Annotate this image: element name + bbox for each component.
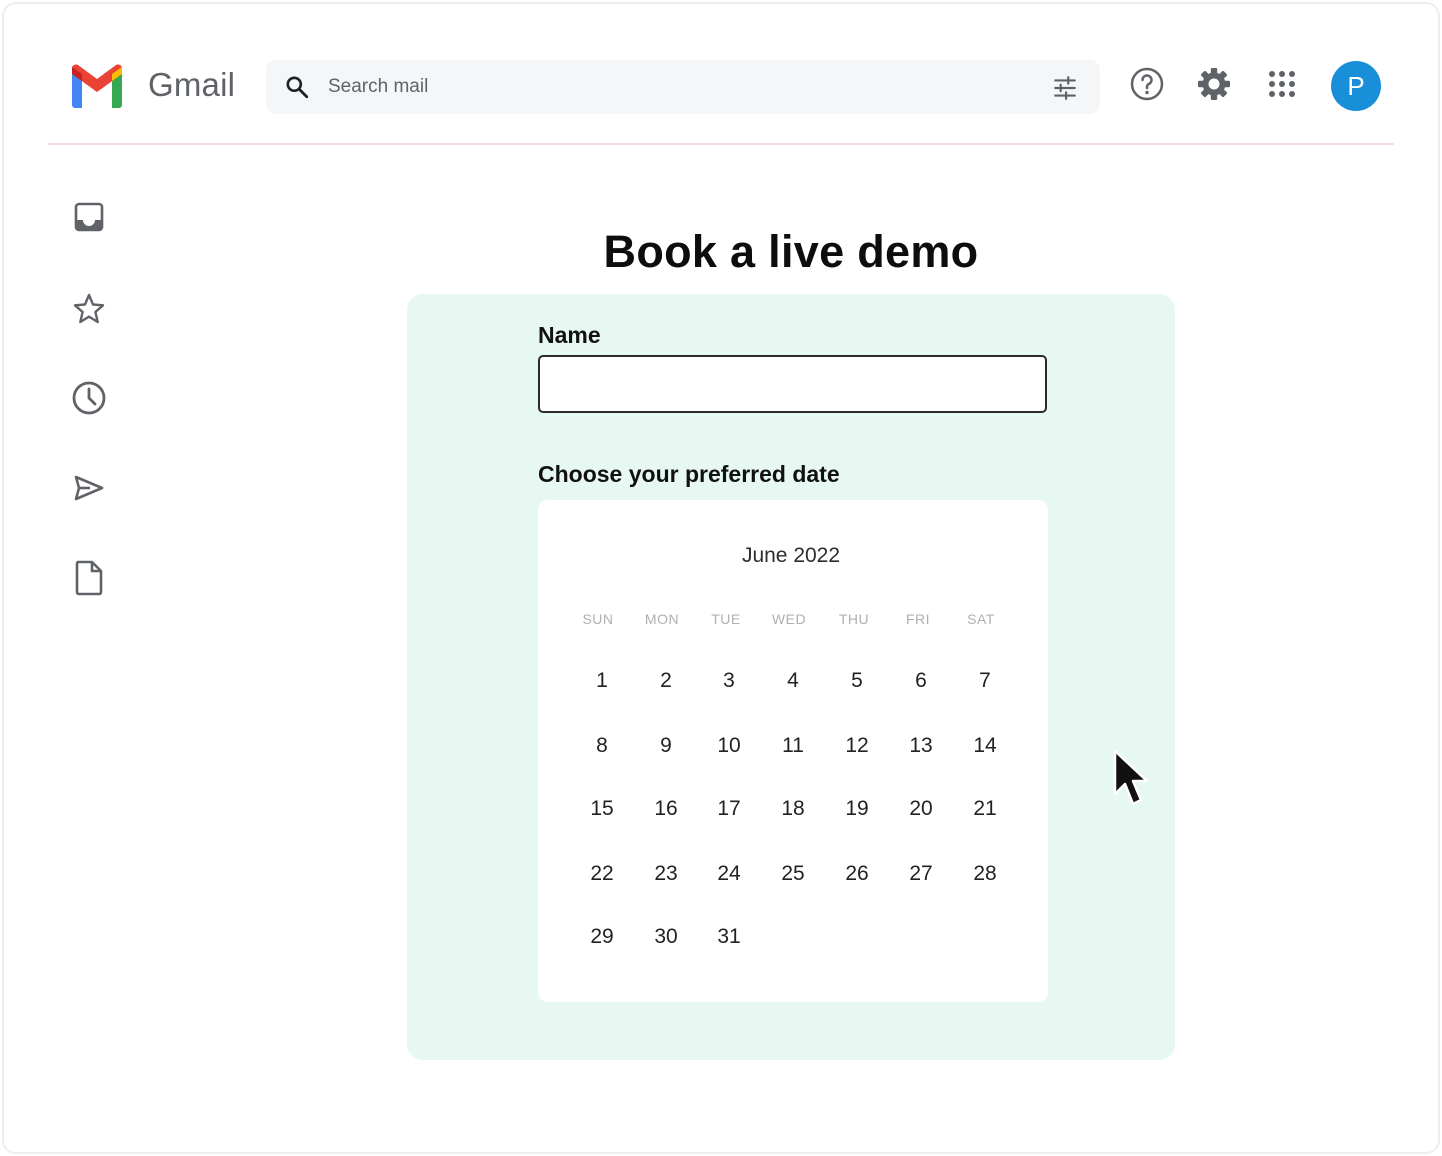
weekday-header: MON <box>644 611 680 627</box>
calendar-day[interactable]: 8 <box>570 734 634 758</box>
calendar-day[interactable]: 24 <box>697 862 761 886</box>
app-name: Gmail <box>148 66 236 103</box>
date-label: Choose your preferred date <box>538 461 840 487</box>
calendar-day[interactable]: 19 <box>825 797 889 821</box>
calendar-day[interactable]: 13 <box>889 734 953 758</box>
weekday-header: FRI <box>905 611 931 627</box>
calendar-day[interactable]: 16 <box>634 797 698 821</box>
send-icon[interactable] <box>68 467 110 509</box>
calendar-day[interactable]: 18 <box>761 797 825 821</box>
calendar-day[interactable]: 11 <box>761 734 825 758</box>
help-icon[interactable] <box>1127 64 1167 104</box>
name-label: Name <box>538 322 601 348</box>
mouse-pointer-icon <box>1113 749 1149 806</box>
calendar-day[interactable]: 7 <box>953 669 1017 693</box>
search-input[interactable] <box>328 60 1028 114</box>
name-input[interactable] <box>538 355 1047 413</box>
calendar-day[interactable]: 9 <box>634 734 698 758</box>
calendar-day[interactable]: 20 <box>889 797 953 821</box>
calendar-day[interactable]: 6 <box>889 669 953 693</box>
star-icon[interactable] <box>68 288 110 330</box>
page-title: Book a live demo <box>603 226 979 277</box>
calendar-day[interactable]: 26 <box>825 862 889 886</box>
calendar-day[interactable]: 21 <box>953 797 1017 821</box>
search-bar[interactable] <box>266 60 1100 114</box>
calendar-day[interactable]: 4 <box>761 669 825 693</box>
search-options-icon[interactable] <box>1052 75 1078 101</box>
weekday-header: THU <box>838 611 870 627</box>
calendar-day[interactable]: 5 <box>825 669 889 693</box>
calendar-day[interactable]: 30 <box>634 925 698 949</box>
calendar-day[interactable]: 1 <box>570 669 634 693</box>
account-avatar[interactable]: P <box>1331 61 1381 111</box>
weekday-header: TUE <box>711 611 741 627</box>
calendar-day[interactable]: 12 <box>825 734 889 758</box>
calendar-day[interactable]: 2 <box>634 669 698 693</box>
date-picker: June 2022 SUN MON TUE WED THU FRI SAT 1 … <box>538 500 1048 1002</box>
calendar-month: June 2022 <box>741 544 841 567</box>
inbox-icon[interactable] <box>68 196 110 238</box>
gmail-logo-icon[interactable] <box>68 64 126 108</box>
calendar-day[interactable]: 27 <box>889 862 953 886</box>
search-icon[interactable] <box>284 74 310 100</box>
calendar-day[interactable]: 22 <box>570 862 634 886</box>
document-icon[interactable] <box>68 557 110 599</box>
calendar-day[interactable]: 28 <box>953 862 1017 886</box>
settings-gear-icon[interactable] <box>1194 64 1234 104</box>
calendar-day[interactable]: 15 <box>570 797 634 821</box>
calendar-day[interactable]: 14 <box>953 734 1017 758</box>
header-divider <box>48 143 1394 145</box>
calendar-day[interactable]: 31 <box>697 925 761 949</box>
weekday-header: SUN <box>582 611 614 627</box>
calendar-day[interactable]: 25 <box>761 862 825 886</box>
weekday-header: WED <box>771 611 807 627</box>
apps-grid-icon[interactable] <box>1262 64 1302 104</box>
calendar-day[interactable]: 23 <box>634 862 698 886</box>
clock-icon[interactable] <box>68 377 110 419</box>
top-bar: Gmail Search mail P <box>0 0 1442 146</box>
calendar-day[interactable]: 29 <box>570 925 634 949</box>
calendar-day[interactable]: 17 <box>697 797 761 821</box>
calendar-day[interactable]: 10 <box>697 734 761 758</box>
calendar-day[interactable]: 3 <box>697 669 761 693</box>
weekday-header: SAT <box>967 611 995 627</box>
